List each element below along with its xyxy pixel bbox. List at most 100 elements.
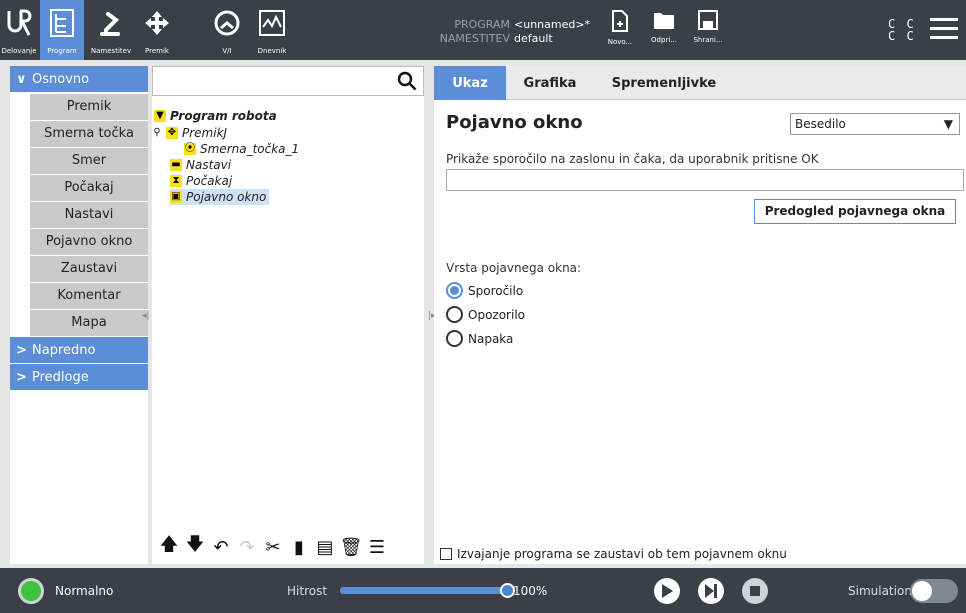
- node-item-pocakaj[interactable]: Počakaj: [30, 175, 148, 201]
- collapse-left-handle-icon[interactable]: ◂|: [142, 311, 150, 321]
- log-chart-icon: [258, 0, 286, 46]
- nav-namestitev-button[interactable]: Namestitev: [86, 0, 136, 60]
- save-program-button[interactable]: Shrani...: [688, 10, 728, 44]
- bottom-bar: Normalno Hitrost 100% Simulation: [0, 568, 966, 613]
- speed-label: Hitrost: [287, 584, 328, 598]
- radio-button[interactable]: [446, 306, 463, 323]
- category-napredno[interactable]: > Napredno: [10, 337, 148, 363]
- tree-node-label: Nastavi: [186, 158, 232, 172]
- tree-node-waypoint[interactable]: ⦿ Smerna_točka_1: [184, 141, 299, 157]
- node-item-komentar[interactable]: Komentar: [30, 283, 148, 309]
- redo-icon[interactable]: ↷: [234, 534, 260, 560]
- preview-popup-button[interactable]: Predogled pojavnega okna: [754, 199, 956, 224]
- tree-node-premikj[interactable]: ⚲ ✥ PremikJ: [152, 125, 227, 141]
- expand-triangle-icon[interactable]: ▼: [154, 110, 166, 122]
- speed-slider[interactable]: [340, 587, 508, 594]
- radio-napaka[interactable]: Napaka: [446, 330, 513, 347]
- popup-type-label: Vrsta pojavnega okna:: [446, 261, 582, 275]
- ur-logo-icon: [6, 0, 32, 46]
- installation-label: NAMESTITEV: [439, 32, 510, 45]
- radio-button[interactable]: [446, 330, 463, 347]
- radio-label: Sporočilo: [468, 283, 524, 298]
- checkbox-box[interactable]: [440, 548, 452, 560]
- node-item-zaustavi[interactable]: Zaustavi: [30, 256, 148, 282]
- suppress-icon[interactable]: ☰: [364, 534, 390, 560]
- nav-label: Namestitev: [90, 47, 132, 55]
- simulation-toggle[interactable]: [910, 579, 958, 603]
- radio-button-selected[interactable]: [446, 282, 463, 299]
- radio-sporocilo[interactable]: Sporočilo: [446, 282, 523, 299]
- tab-grafika[interactable]: Grafika: [510, 66, 590, 100]
- open-program-button[interactable]: Odpri...: [644, 10, 684, 44]
- checkbox-label: Izvajanje programa se zaustavi ob tem po…: [457, 547, 787, 561]
- play-icon: [662, 584, 673, 598]
- tree-node-label: Program robota: [170, 109, 277, 123]
- node-item-mapa[interactable]: Mapa: [30, 310, 148, 336]
- nav-program-button[interactable]: Program: [40, 0, 84, 60]
- move-up-icon[interactable]: 🡅: [156, 534, 182, 560]
- tree-toolbar: 🡅 🡇 ↶ ↷ ✂ ▮ ▤ 🗑 ☰: [152, 530, 424, 564]
- tree-node-label: Pojavno okno: [186, 190, 267, 204]
- stop-button[interactable]: [742, 578, 768, 604]
- delete-icon[interactable]: 🗑: [338, 534, 364, 560]
- waypoint-target-icon: ⦿: [184, 143, 196, 155]
- installation-name: default: [514, 32, 553, 45]
- toggle-knob: [912, 581, 932, 601]
- copy-icon[interactable]: ▮: [286, 534, 312, 560]
- move-down-icon[interactable]: 🡇: [182, 534, 208, 560]
- step-button[interactable]: [698, 578, 724, 604]
- chevron-down-icon: ▼: [943, 117, 953, 131]
- nav-dnevnik-button[interactable]: Dnevnik: [252, 0, 292, 60]
- message-input[interactable]: [446, 169, 964, 191]
- radio-opozorilo[interactable]: Opozorilo: [446, 306, 525, 323]
- editor-tabs: Ukaz Grafika Spremenljivke: [434, 66, 966, 100]
- category-predloge[interactable]: > Predloge: [10, 364, 148, 390]
- io-gauge-icon: [212, 0, 242, 46]
- chevron-right-icon: >: [16, 369, 27, 385]
- tree-node-pocakaj[interactable]: ⧗ Počakaj: [170, 173, 232, 189]
- hamburger-menu-icon[interactable]: [930, 18, 958, 42]
- tree-node-pojavno-okno[interactable]: ▣ Pojavno okno: [170, 189, 270, 205]
- category-osnovno[interactable]: ∨ Osnovno: [10, 66, 148, 92]
- power-status-button[interactable]: [18, 578, 44, 604]
- play-button[interactable]: [654, 578, 680, 604]
- node-editor-panel: Ukaz Grafika Spremenljivke Pojavno okno …: [434, 66, 966, 564]
- tree-node-root[interactable]: ▼ Program robota: [154, 108, 277, 124]
- nav-label: V/I: [222, 47, 232, 55]
- undo-icon[interactable]: ↶: [208, 534, 234, 560]
- node-item-premik[interactable]: Premik: [30, 94, 148, 120]
- stop-program-checkbox[interactable]: Izvajanje programa se zaustavi ob tem po…: [440, 547, 787, 561]
- nav-vi-button[interactable]: V/I: [208, 0, 246, 60]
- move-arrows-icon: [143, 0, 171, 46]
- save-icon: [698, 10, 718, 30]
- node-item-smer[interactable]: Smer: [30, 148, 148, 174]
- radio-label: Napaka: [468, 331, 514, 346]
- tree-node-nastavi[interactable]: ▬ Nastavi: [170, 157, 231, 173]
- tab-spremenljivke[interactable]: Spremenljivke: [594, 66, 734, 100]
- program-info: PROGRAM <unnamed>* NAMESTITEV default: [438, 18, 590, 46]
- cut-icon[interactable]: ✂: [260, 534, 286, 560]
- new-program-button[interactable]: Novo...: [600, 10, 640, 46]
- nav-delovanje-button[interactable]: Delovanje: [0, 0, 38, 60]
- paste-icon[interactable]: ▤: [312, 534, 338, 560]
- tree-node-label: Počakaj: [186, 174, 233, 188]
- nav-label: Premik: [145, 47, 169, 55]
- step-icon: [705, 584, 717, 598]
- program-node-categories: ∨ Osnovno Premik Smerna točka Smer Počak…: [10, 66, 148, 564]
- search-input[interactable]: [152, 66, 424, 96]
- nav-premik-button[interactable]: Premik: [138, 0, 176, 60]
- program-tree-icon: [49, 0, 75, 46]
- node-item-pojavno-okno[interactable]: Pojavno okno: [30, 229, 148, 255]
- tab-ukaz[interactable]: Ukaz: [434, 66, 506, 100]
- tree-node-label: PremikJ: [182, 126, 228, 140]
- program-name: <unnamed>*: [514, 18, 591, 31]
- new-file-icon: [612, 10, 628, 32]
- search-icon[interactable]: [397, 71, 417, 91]
- move-arrows-icon: ✥: [166, 127, 178, 139]
- node-item-smerna-tocka[interactable]: Smerna točka: [30, 121, 148, 147]
- expand-pin-icon[interactable]: ⚲: [152, 127, 162, 139]
- popup-type-select[interactable]: Besedilo ▼: [790, 113, 960, 135]
- simulation-label: Simulation: [848, 584, 912, 598]
- node-item-nastavi[interactable]: Nastavi: [30, 202, 148, 228]
- chevron-right-icon: >: [16, 342, 27, 358]
